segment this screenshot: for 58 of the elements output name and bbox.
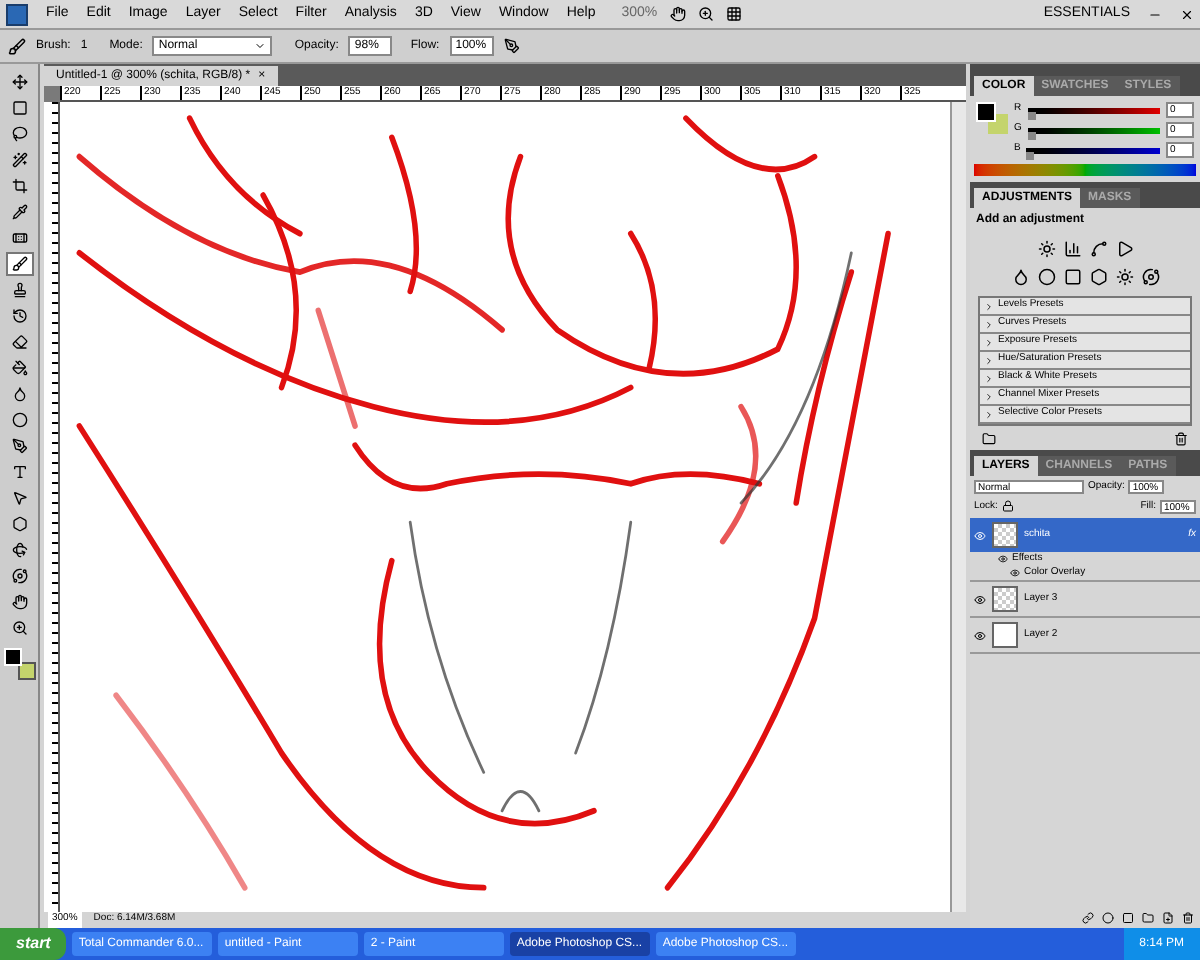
marquee-icon (11, 100, 27, 116)
slider-thumb[interactable] (1027, 131, 1036, 139)
type-icon (11, 464, 27, 480)
foreground-swatch[interactable] (3, 648, 21, 666)
shape-icon (11, 516, 27, 532)
dodge-icon (11, 412, 27, 428)
layer-action-icon[interactable] (1162, 912, 1174, 924)
hand-icon[interactable] (669, 6, 686, 22)
background-swatch[interactable] (17, 662, 35, 680)
chevron-down-icon (254, 40, 267, 52)
adjustment-icon[interactable] (1141, 268, 1159, 286)
crop-icon (11, 178, 27, 194)
slider-thumb[interactable] (1027, 111, 1036, 119)
bucket-icon (11, 360, 27, 376)
orbit-icon (11, 568, 27, 584)
eraser-icon (11, 334, 27, 350)
heal-icon (11, 230, 27, 246)
visibility-icon[interactable] (974, 593, 986, 605)
adjustment-icon[interactable] (1037, 240, 1055, 258)
adjustment-icon[interactable] (1089, 240, 1107, 258)
adjustment-icon[interactable] (1115, 240, 1133, 258)
trash-icon[interactable] (1174, 432, 1188, 446)
layer-action-icon[interactable] (1182, 912, 1194, 924)
move-icon (11, 74, 27, 90)
adjustment-icon[interactable] (1089, 268, 1107, 286)
history-icon (11, 308, 27, 324)
stamp-icon (11, 282, 27, 298)
wand-icon (11, 152, 27, 168)
lasso-icon (11, 126, 27, 142)
lock-icon[interactable] (1001, 500, 1014, 513)
adjustment-icon[interactable] (1063, 240, 1081, 258)
vertical-scrollbar[interactable] (950, 102, 966, 912)
airbrush-icon[interactable] (503, 38, 520, 54)
rotate3d-icon (11, 542, 27, 558)
zoom-icon[interactable] (697, 6, 714, 22)
path-icon (11, 490, 27, 506)
visibility-icon[interactable] (1010, 568, 1020, 578)
brush-tool[interactable] (5, 252, 33, 276)
adjustment-icon[interactable] (1115, 268, 1133, 286)
visibility-icon[interactable] (974, 629, 986, 641)
app-logo-icon (6, 3, 28, 25)
layer-action-icon[interactable] (1142, 912, 1154, 924)
start-button[interactable]: start (0, 928, 67, 960)
folder-icon[interactable] (982, 432, 996, 446)
eyedropper-icon (11, 204, 27, 220)
visibility-icon[interactable] (998, 554, 1008, 564)
color-spectrum[interactable] (974, 164, 1196, 176)
hand-icon (11, 594, 27, 610)
foreground-swatch[interactable] (976, 102, 996, 122)
close-icon[interactable] (1180, 7, 1194, 21)
pen-icon (11, 438, 27, 454)
layer-action-icon[interactable] (1082, 912, 1094, 924)
brush-icon (11, 256, 27, 272)
zoom-icon (11, 620, 27, 636)
blur-icon (11, 386, 27, 402)
arrange-icon[interactable] (725, 6, 742, 22)
brush-icon[interactable] (8, 37, 26, 55)
slider-thumb[interactable] (1026, 151, 1035, 159)
